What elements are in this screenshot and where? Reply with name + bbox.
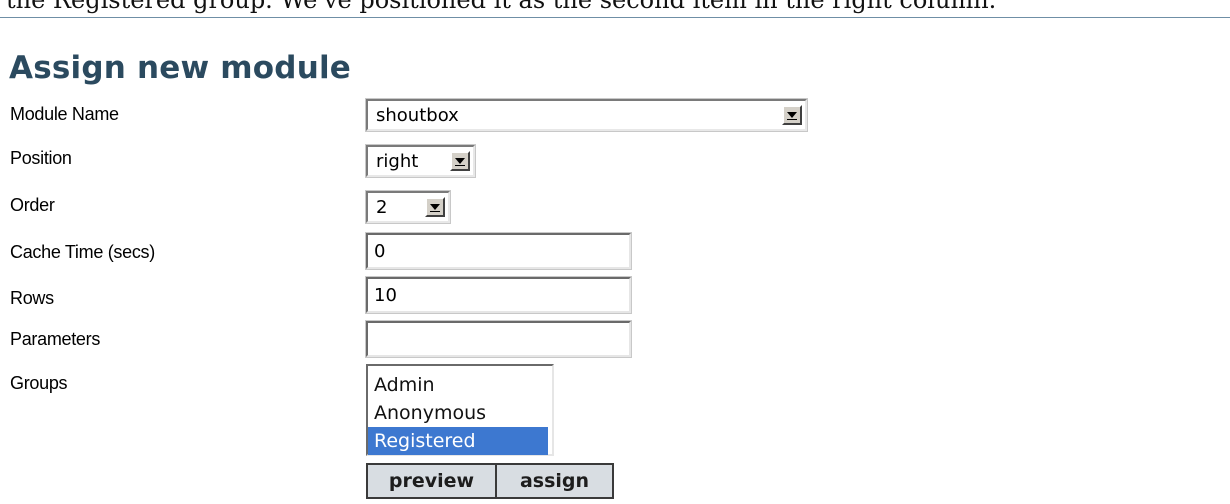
intro-text: the Registered group. We've positioned i… bbox=[6, 0, 997, 14]
chevron-down-icon[interactable] bbox=[782, 105, 802, 125]
cache-time-value: 0 bbox=[374, 241, 386, 262]
groups-option-registered[interactable]: Registered bbox=[368, 427, 548, 455]
position-label: Position bbox=[10, 148, 72, 168]
divider bbox=[0, 17, 1230, 18]
order-label: Order bbox=[10, 195, 55, 215]
parameters-label: Parameters bbox=[10, 329, 101, 349]
parameters-input[interactable] bbox=[365, 320, 632, 358]
section-title: Assign new module bbox=[9, 50, 352, 86]
chevron-down-icon[interactable] bbox=[450, 151, 470, 171]
rows-input[interactable]: 10 bbox=[365, 276, 632, 314]
groups-label: Groups bbox=[10, 373, 68, 393]
order-value: 2 bbox=[376, 197, 388, 218]
rows-label: Rows bbox=[10, 288, 54, 308]
cache-time-label: Cache Time (secs) bbox=[10, 242, 155, 262]
module-name-select[interactable]: shoutbox bbox=[365, 98, 808, 132]
order-select[interactable]: 2 bbox=[365, 190, 451, 224]
rows-value: 10 bbox=[374, 285, 397, 306]
preview-button[interactable]: preview bbox=[366, 463, 497, 499]
chevron-down-icon[interactable] bbox=[425, 197, 445, 217]
groups-option-anonymous[interactable]: Anonymous bbox=[368, 399, 552, 427]
module-name-value: shoutbox bbox=[376, 105, 459, 126]
cache-time-input[interactable]: 0 bbox=[365, 232, 632, 270]
groups-listbox[interactable]: Admin Anonymous Registered bbox=[366, 364, 554, 456]
module-name-label: Module Name bbox=[10, 104, 119, 124]
position-value: right bbox=[376, 151, 419, 172]
position-select[interactable]: right bbox=[365, 144, 476, 178]
groups-option-admin[interactable]: Admin bbox=[368, 371, 552, 399]
assign-button[interactable]: assign bbox=[495, 463, 614, 499]
